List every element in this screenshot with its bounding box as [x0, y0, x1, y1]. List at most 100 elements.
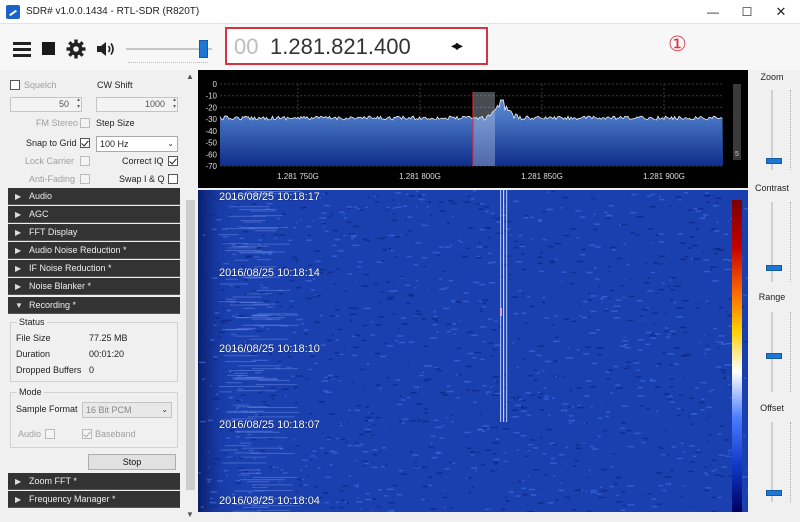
spectrum-fill — [220, 100, 723, 166]
waterfall-display[interactable]: 2016/08/25 10:18:17 2016/08/25 10:18:14 … — [198, 190, 748, 512]
audio-record-label: Audio — [18, 429, 42, 439]
waterfall-signal — [500, 190, 508, 422]
scroll-down-icon[interactable]: ▼ — [186, 510, 194, 519]
snap-to-grid-label: Snap to Grid — [26, 138, 77, 148]
spectrum-x-tick: 1.281 800G — [399, 172, 441, 181]
spectrum-analyzer[interactable]: 0 -10 -20 -30 -40 -50 -60 -70 1.281 750G 1.281 80… — [198, 70, 748, 188]
duration-value: 00:01:20 — [89, 349, 125, 359]
offset-label: Offset — [760, 403, 784, 413]
range-slider[interactable] — [766, 312, 791, 392]
file-size-label: File Size — [16, 333, 51, 343]
stop-recording-button[interactable]: Stop — [88, 454, 176, 470]
frequency-leading-digits[interactable]: 00 — [234, 34, 258, 60]
zoom-slider[interactable] — [766, 90, 791, 170]
frequency-display[interactable]: 00 1.281.821.400 ◂▸ — [225, 27, 488, 65]
scroll-up-icon[interactable]: ▲ — [186, 72, 194, 81]
range-slider-thumb[interactable] — [766, 352, 782, 359]
chevron-down-icon: ⌄ — [167, 139, 174, 148]
speaker-icon[interactable] — [95, 39, 115, 59]
volume-slider-ticks — [128, 62, 208, 63]
annotation-marker: ① — [668, 32, 687, 56]
cw-shift-label: CW Shift — [97, 80, 133, 90]
stop-icon[interactable] — [42, 42, 55, 55]
menu-icon[interactable] — [12, 39, 32, 59]
anti-fading-checkbox[interactable] — [80, 174, 90, 184]
offset-slider[interactable] — [766, 422, 791, 502]
spectrum-y-tick: 0 — [213, 80, 218, 89]
section-label: Recording * — [29, 300, 77, 310]
file-size-value: 77.25 MB — [89, 333, 128, 343]
section-fft-display[interactable]: ▶ FFT Display — [8, 224, 180, 241]
section-audio[interactable]: ▶ Audio — [8, 188, 180, 205]
spectrum-plot[interactable]: 0 -10 -20 -30 -40 -50 -60 -70 1.281 750G 1.281 80… — [198, 70, 748, 188]
spectrum-x-tick: 1.281 900G — [643, 172, 685, 181]
offset-slider-thumb[interactable] — [766, 490, 782, 497]
section-recording[interactable]: ▼ Recording * — [8, 297, 180, 314]
section-audio-noise-reduction[interactable]: ▶ Audio Noise Reduction * — [8, 242, 180, 259]
dropped-buffers-label: Dropped Buffers — [16, 365, 82, 375]
volume-slider-thumb[interactable] — [199, 40, 209, 58]
snap-to-grid-checkbox[interactable] — [80, 138, 90, 148]
gear-icon[interactable] — [66, 39, 86, 59]
section-zoom-fft[interactable]: ▶ Zoom FFT * — [8, 473, 180, 490]
step-size-select[interactable]: 100 Hz ⌄ — [96, 136, 178, 152]
section-agc[interactable]: ▶ AGC — [8, 206, 180, 223]
left-panel-scrollbar[interactable]: ▲ ▼ — [184, 70, 197, 522]
baseband-record-label: Baseband — [95, 429, 136, 439]
spectrum-x-tick: 1.281 750G — [277, 172, 319, 181]
spectrum-scrollbar[interactable] — [733, 84, 741, 160]
app-icon — [6, 5, 20, 19]
left-panel: Squelch CW Shift 50 1000 FM Stereo Step … — [0, 70, 197, 522]
squelch-label: Squelch — [24, 80, 57, 90]
step-size-label: Step Size — [96, 118, 135, 128]
contrast-slider-ticks — [790, 202, 791, 282]
audio-record-checkbox[interactable] — [45, 429, 55, 439]
scrollbar-thumb[interactable] — [186, 200, 195, 490]
anti-fading-label: Anti-Fading — [29, 174, 76, 184]
swap-iq-checkbox[interactable] — [168, 174, 178, 184]
range-slider-ticks — [790, 312, 791, 392]
spectrum-scroll-label: 5 — [735, 151, 739, 158]
zoom-slider-thumb[interactable] — [766, 158, 782, 165]
zoom-slider-ticks — [790, 90, 791, 170]
correct-iq-label: Correct IQ — [122, 156, 164, 166]
squelch-stepper[interactable]: 50 — [10, 97, 82, 112]
spectrum-y-tick: -30 — [205, 115, 217, 124]
maximize-button[interactable]: ☐ — [728, 0, 766, 24]
cw-shift-stepper[interactable]: 1000 — [96, 97, 178, 112]
recording-mode-group: Mode — [10, 387, 178, 448]
duration-label: Duration — [16, 349, 51, 359]
contrast-label: Contrast — [754, 183, 789, 193]
tuning-band[interactable] — [473, 92, 495, 166]
minimize-button[interactable]: — — [694, 0, 732, 24]
section-label: Noise Blanker * — [29, 281, 92, 291]
spectrum-y-tick: -20 — [205, 103, 217, 112]
spectrum-y-tick: -10 — [205, 92, 217, 101]
spectrum-y-tick: -40 — [205, 127, 217, 136]
baseband-record-checkbox[interactable] — [82, 429, 92, 439]
correct-iq-checkbox[interactable] — [168, 156, 178, 166]
section-label: Audio — [29, 191, 53, 201]
swap-iq-label: Swap I & Q — [119, 174, 165, 184]
expand-arrow-icon: ▶ — [15, 495, 22, 504]
tuning-arrows-icon[interactable]: ◂▸ — [451, 37, 463, 54]
section-noise-blanker[interactable]: ▶ Noise Blanker * — [8, 278, 180, 295]
section-label: IF Noise Reduction * — [29, 263, 112, 273]
section-if-noise-reduction[interactable]: ▶ IF Noise Reduction * — [8, 260, 180, 277]
close-button[interactable]: ✕ — [762, 0, 800, 24]
mode-group-title: Mode — [17, 387, 44, 397]
sample-format-value: 16 Bit PCM — [86, 405, 132, 415]
spectrum-x-tick: 1.281 850G — [521, 172, 563, 181]
lock-carrier-checkbox[interactable] — [80, 156, 90, 166]
sample-format-select[interactable]: 16 Bit PCM ⌄ — [82, 402, 172, 418]
expand-arrow-icon: ▶ — [15, 246, 22, 255]
sample-format-label: Sample Format — [16, 404, 78, 414]
section-frequency-manager[interactable]: ▶ Frequency Manager * — [8, 491, 180, 508]
squelch-checkbox[interactable] — [10, 80, 20, 90]
fm-stereo-checkbox[interactable] — [80, 118, 90, 128]
contrast-slider-thumb[interactable] — [766, 264, 782, 271]
contrast-slider[interactable] — [766, 202, 791, 282]
frequency-digits[interactable]: 1.281.821.400 — [270, 34, 411, 60]
spectrum-y-tick: -70 — [205, 162, 217, 171]
lock-carrier-label: Lock Carrier — [25, 156, 75, 166]
